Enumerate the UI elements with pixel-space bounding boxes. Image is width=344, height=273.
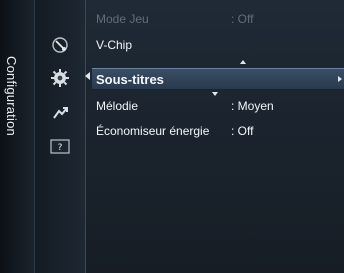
help-icon[interactable]: ?	[48, 136, 72, 158]
left-arrow-icon[interactable]	[85, 72, 90, 80]
menu-item-label: Mode Jeu	[96, 12, 149, 26]
support-icon[interactable]	[48, 102, 72, 124]
menu-item-game-mode: Mode Jeu : Off	[92, 8, 344, 28]
menu-item-label: Économiseur énergie	[96, 124, 210, 138]
menu-icon-column: ?	[35, 0, 86, 273]
menu-item-label: Sous-titres	[96, 72, 164, 87]
menu-item-value: : Moyen	[231, 99, 274, 113]
svg-text:?: ?	[58, 143, 63, 153]
options-list: Mode Jeu : Off V-Chip Sous-titres Mélodi…	[92, 0, 344, 273]
menu-item-melodie[interactable]: Mélodie : Moyen	[92, 95, 344, 115]
gear-icon[interactable]	[48, 67, 72, 89]
satellite-dish-icon[interactable]	[48, 34, 72, 56]
menu-item-energy-saver[interactable]: Économiseur énergie : Off	[92, 120, 344, 140]
menu-item-sous-titres[interactable]: Sous-titres	[92, 68, 344, 90]
tv-osd-screen: Configuration ? Mode Jeu: Off V-Chip So…	[0, 0, 344, 273]
category-rail: Configuration	[0, 0, 35, 273]
down-arrow-icon[interactable]	[212, 92, 218, 96]
category-title: Configuration	[4, 56, 19, 136]
menu-item-v-chip[interactable]: V-Chip	[92, 34, 344, 54]
menu-item-value: : Off	[231, 124, 254, 138]
right-arrow-icon	[338, 76, 342, 82]
menu-item-label: Mélodie	[96, 99, 139, 113]
up-arrow-icon[interactable]	[240, 60, 246, 64]
menu-item-label: V-Chip	[96, 38, 133, 52]
menu-item-value: : Off	[231, 12, 254, 26]
